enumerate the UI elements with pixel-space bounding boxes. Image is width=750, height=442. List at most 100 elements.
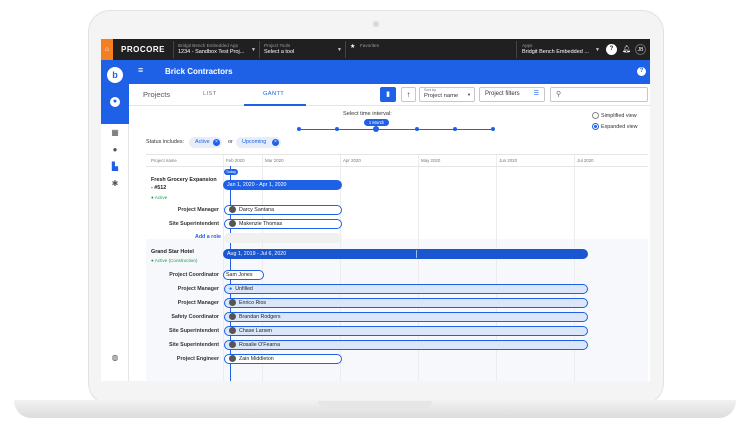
person-bar[interactable]: Zain Middleton	[224, 354, 342, 364]
role-label: Project Engineer	[176, 356, 219, 362]
chevron-down-icon: ▼	[251, 47, 256, 53]
expanded-view-radio[interactable]: Expanded view	[592, 123, 638, 130]
project-section-bg	[146, 239, 648, 381]
avatar	[229, 206, 236, 214]
help-icon[interactable]: ?	[606, 44, 617, 55]
project-title[interactable]: Grand Star Hotel	[151, 248, 194, 256]
close-icon[interactable]: ×	[272, 139, 279, 146]
bell-icon[interactable]: 🔔︎	[621, 44, 632, 55]
or-label: or	[228, 139, 233, 145]
status-chip-active[interactable]: Active ×	[189, 137, 222, 148]
gear-icon[interactable]: ✱	[109, 178, 121, 190]
person-name: Sam Jones	[226, 272, 253, 278]
project-title[interactable]: Fresh Grocery Expansion - #512	[151, 176, 217, 192]
empty-role-bar	[224, 233, 342, 243]
help-icon[interactable]: ?	[637, 67, 646, 76]
app-header: ≡ Brick Contractors ?	[129, 60, 650, 84]
time-interval-slider[interactable]	[297, 129, 493, 130]
avatar	[229, 299, 236, 307]
avatar	[229, 327, 236, 335]
projects-icon[interactable]: ▙	[109, 161, 121, 173]
project-selector-value: 1234 - Sandbox Test Proj...	[178, 49, 245, 55]
tool-selector-value: Select a tool	[264, 49, 295, 55]
dashboard-icon[interactable]: ▦	[109, 127, 121, 139]
month-label: Jul 2020	[577, 158, 594, 163]
role-label: Project Manager	[177, 300, 219, 306]
procore-logo: PROCORE	[121, 45, 165, 54]
sort-by-select[interactable]: Sort by Project name ▼	[419, 87, 475, 102]
month-label: May 2020	[421, 158, 441, 163]
divider	[345, 41, 346, 58]
role-label: Site Superintendent	[168, 221, 219, 227]
avatar	[229, 313, 236, 321]
sort-direction-button[interactable]: ↑	[401, 87, 416, 102]
tab-gantt[interactable]: GANTT	[263, 91, 284, 97]
chevron-down-icon: ▼	[337, 47, 342, 53]
status-chip-upcoming[interactable]: Upcoming ×	[236, 137, 281, 148]
unfilled-role-bar[interactable]: ● Unfilled	[224, 284, 588, 294]
slider-stop[interactable]	[453, 127, 457, 131]
avatar	[229, 341, 236, 349]
slider-thumb[interactable]	[373, 126, 379, 132]
add-role-link[interactable]: Add a role	[195, 234, 221, 240]
avatar	[229, 220, 236, 228]
section-title: Projects	[143, 90, 171, 99]
chevron-down-icon: ▼	[595, 47, 600, 53]
role-label: Site Superintendent	[168, 342, 219, 348]
slider-stop[interactable]	[491, 127, 495, 131]
bridgit-logo-icon[interactable]: b	[107, 67, 123, 83]
search-input[interactable]: ⚲	[550, 87, 648, 102]
user-avatar[interactable]: JB	[635, 44, 646, 55]
tool-selector-label: Project Tools	[264, 43, 291, 48]
tool-selector[interactable]: Project Tools Select a tool	[264, 42, 294, 56]
time-interval-label: Select time interval:	[343, 111, 392, 117]
people-icon[interactable]: ●	[110, 97, 120, 107]
menu-icon[interactable]: ≡	[138, 65, 143, 75]
person-bar[interactable]: Makenzie Thomas	[224, 219, 342, 229]
role-label: Project Coordinator	[169, 272, 219, 278]
apps-selector[interactable]: Apps Bridgit Bench Embedded ...	[522, 42, 589, 56]
slider-stop[interactable]	[335, 127, 339, 131]
close-icon[interactable]: ×	[213, 139, 220, 146]
favorites-menu[interactable]: Favorites	[360, 42, 379, 49]
project-title-line: Fresh Grocery Expansion	[151, 177, 217, 183]
home-icon[interactable]: ⌂	[101, 39, 113, 60]
status-badge: ● Active	[151, 195, 168, 200]
dot-icon: ●	[229, 286, 233, 292]
caret-down-icon: ▼	[467, 92, 471, 97]
slider-stop[interactable]	[415, 127, 419, 131]
person-bar[interactable]: Brandan Rodgers	[224, 312, 588, 322]
person-bar[interactable]: Sam Jones	[223, 270, 264, 280]
simplified-view-label: Simplified view	[601, 112, 637, 119]
person-bar[interactable]: Chase Larsen	[224, 326, 588, 336]
person-bar[interactable]: Darcy Santana	[224, 205, 342, 215]
globe-icon[interactable]: ◍	[109, 352, 121, 364]
project-selector[interactable]: Bridgit Bench Embedded App 1234 - Sandbo…	[178, 42, 244, 56]
project-filters-button[interactable]: Project filters ☰	[479, 87, 545, 102]
tab-list[interactable]: LIST	[203, 91, 216, 97]
project-bar[interactable]: Aug 1, 2019 - Jul 6, 2020	[223, 249, 588, 259]
gantt-header: Project name Feb 2020 Mar 2020 Apr 2020 …	[146, 155, 648, 166]
expanded-view-label: Expanded view	[601, 123, 638, 130]
search-icon: ⚲	[556, 91, 562, 98]
person-name: Chase Larsen	[239, 328, 272, 334]
chip-label: Active	[195, 139, 210, 145]
chip-label: Upcoming	[242, 139, 267, 145]
role-label: Site Superintendent	[168, 328, 219, 334]
person-bar[interactable]: Enrico Rios	[224, 298, 588, 308]
apps-selector-label: Apps	[522, 43, 533, 48]
person-name: Brandan Rodgers	[239, 314, 281, 320]
project-selector-label: Bridgit Bench Embedded App	[178, 43, 239, 48]
divider	[259, 41, 260, 58]
simplified-view-radio[interactable]: Simplified view	[592, 112, 637, 119]
person-bar[interactable]: Rosalie O'Fearna	[224, 340, 588, 350]
screen: ⌂ PROCORE Bridgit Bench Embedded App 123…	[101, 39, 650, 381]
month-label: Jun 2020	[499, 158, 518, 163]
star-icon[interactable]: ★	[350, 44, 355, 51]
slider-stop[interactable]	[297, 127, 301, 131]
today-badge: Today	[224, 169, 238, 175]
person-icon[interactable]: ●	[109, 144, 121, 156]
document-icon[interactable]: ▮	[380, 87, 396, 102]
bar-marker	[416, 250, 417, 258]
project-bar[interactable]: Jan 1, 2020 - Apr 1, 2020	[223, 180, 342, 190]
